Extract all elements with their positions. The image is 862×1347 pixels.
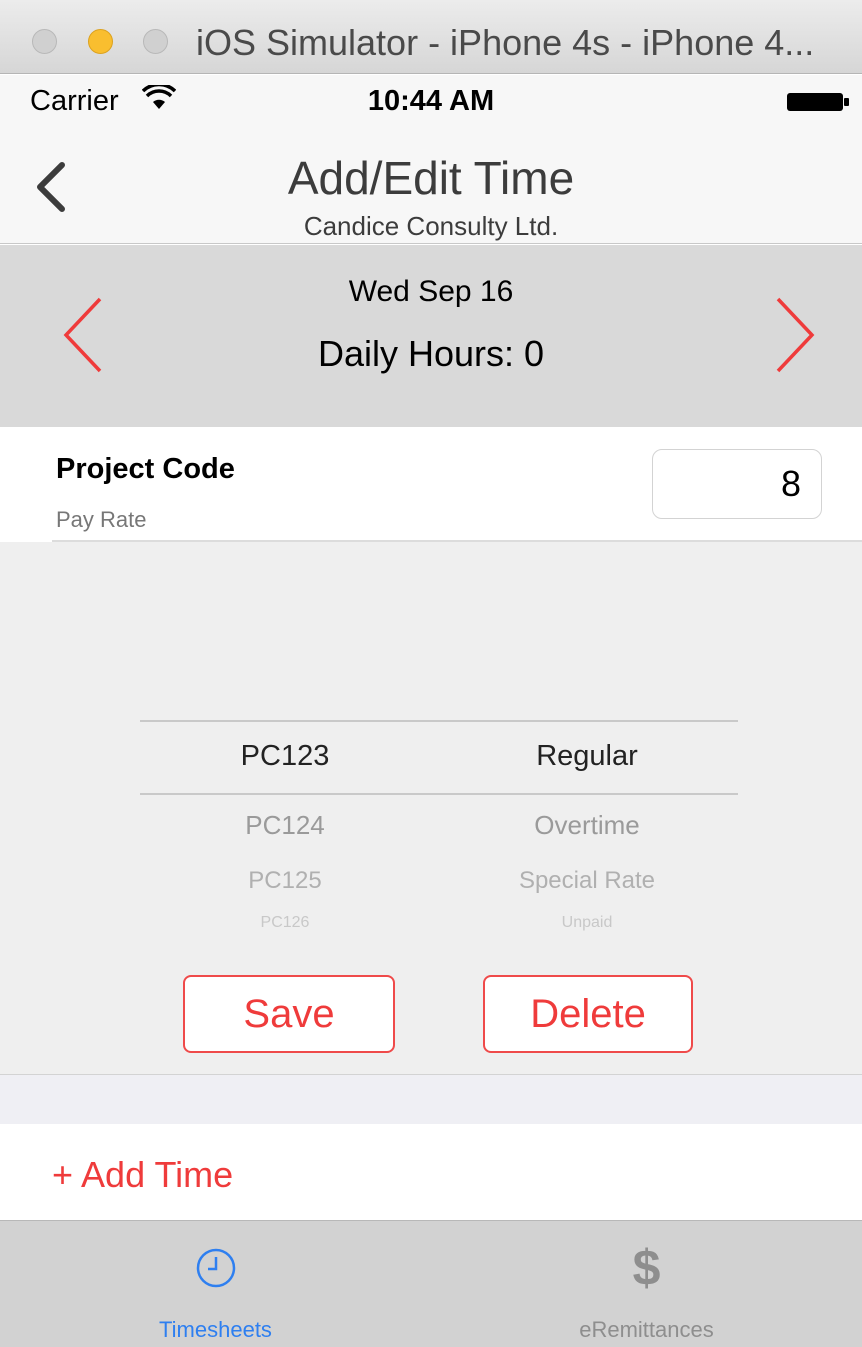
project-rate-picker: PC123 PC124 PC125 PC126 Regular Overtime…	[0, 542, 862, 1074]
tab-timesheets[interactable]: Timesheets	[0, 1221, 431, 1347]
add-time-label: + Add Time	[52, 1154, 234, 1195]
status-bar: Carrier 10:44 AM	[0, 75, 862, 127]
nav-bar: Add/Edit Time Candice Consulty Ltd.	[0, 127, 862, 244]
next-day-chevron-icon[interactable]	[770, 295, 820, 375]
window-titlebar: iOS Simulator - iPhone 4s - iPhone 4...	[0, 0, 862, 74]
picker-pay-rate-option[interactable]: Unpaid	[437, 914, 737, 932]
page-subtitle: Candice Consulty Ltd.	[303, 211, 559, 241]
pay-rate-label: Pay Rate	[56, 507, 147, 532]
project-code-label: Project Code	[56, 453, 235, 485]
picker-pay-rate-option[interactable]: Special Rate	[437, 867, 737, 895]
picker-selection-line-bottom	[140, 793, 738, 795]
picker-project-code-option[interactable]: PC124	[135, 810, 435, 841]
tab-eremittances[interactable]: $ eRemittances	[431, 1221, 862, 1347]
tab-bar: Timesheets $ eRemittances	[0, 1220, 862, 1347]
window-minimize-button[interactable]	[88, 29, 113, 54]
window-close-button[interactable]	[32, 29, 57, 54]
picker-pay-rate-selected[interactable]: Regular	[437, 740, 737, 773]
tab-timesheets-label: Timesheets	[159, 1317, 272, 1342]
save-button[interactable]: Save	[183, 975, 395, 1053]
window-zoom-button[interactable]	[143, 29, 168, 54]
picker-project-code-selected[interactable]: PC123	[135, 740, 435, 773]
battery-icon	[787, 93, 849, 111]
picker-project-code-option[interactable]: PC126	[135, 914, 435, 932]
section-separator	[0, 1074, 862, 1124]
status-time: 10:44 AM	[367, 85, 495, 117]
daily-hours: Daily Hours: 0	[317, 333, 545, 374]
date-banner: Wed Sep 16 Daily Hours: 0	[0, 245, 862, 427]
delete-button[interactable]: Delete	[483, 975, 693, 1053]
dollar-icon: $	[632, 1240, 661, 1296]
picker-pay-rate-option[interactable]: Overtime	[437, 810, 737, 841]
clock-icon	[196, 1248, 236, 1288]
page-title: Add/Edit Time	[287, 152, 575, 204]
add-time-button[interactable]: + Add Time	[0, 1124, 862, 1220]
window-title: iOS Simulator - iPhone 4s - iPhone 4...	[196, 22, 815, 63]
current-date: Wed Sep 16	[348, 275, 514, 308]
picker-project-code-option[interactable]: PC125	[135, 867, 435, 895]
time-entry-row: Project Code Pay Rate	[0, 427, 862, 541]
tab-eremittances-label: eRemittances	[579, 1317, 714, 1342]
hours-input[interactable]	[652, 449, 822, 519]
picker-selection-line-top	[140, 720, 738, 722]
